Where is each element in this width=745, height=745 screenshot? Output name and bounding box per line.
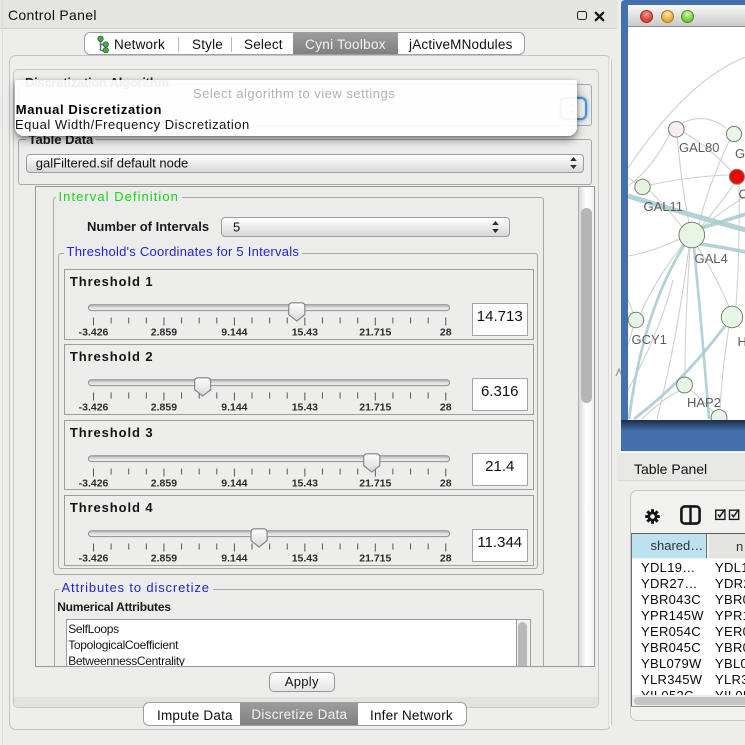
svg-text:28: 28 bbox=[439, 327, 451, 339]
svg-text:21.715: 21.715 bbox=[359, 477, 391, 489]
svg-text:9.144: 9.144 bbox=[221, 402, 247, 414]
svg-text:HAP2: HAP2 bbox=[687, 395, 721, 410]
svg-text:-3.426: -3.426 bbox=[78, 553, 108, 565]
svg-text:21.715: 21.715 bbox=[359, 553, 391, 565]
svg-text:9.144: 9.144 bbox=[221, 553, 247, 565]
svg-text:2.859: 2.859 bbox=[150, 477, 176, 489]
svg-text:15.43: 15.43 bbox=[291, 477, 317, 489]
svg-text:21.715: 21.715 bbox=[359, 402, 391, 414]
svg-text:-3.426: -3.426 bbox=[78, 477, 108, 489]
svg-text:GAL80: GAL80 bbox=[679, 140, 719, 155]
svg-text:28: 28 bbox=[439, 553, 451, 565]
svg-text:-3.426: -3.426 bbox=[78, 327, 108, 339]
svg-text:2.859: 2.859 bbox=[150, 402, 176, 414]
svg-text:21.715: 21.715 bbox=[359, 327, 391, 339]
svg-text:28: 28 bbox=[439, 477, 451, 489]
svg-text:C: C bbox=[738, 187, 745, 202]
svg-text:H: H bbox=[737, 334, 745, 349]
svg-text:2.859: 2.859 bbox=[150, 327, 176, 339]
svg-text:2.859: 2.859 bbox=[150, 553, 176, 565]
svg-text:G.: G. bbox=[735, 146, 745, 161]
svg-text:GAL11: GAL11 bbox=[643, 199, 683, 214]
svg-text:GAL4: GAL4 bbox=[694, 251, 727, 266]
svg-text:-3.426: -3.426 bbox=[78, 402, 108, 414]
svg-text:15.43: 15.43 bbox=[291, 327, 317, 339]
svg-text:9.144: 9.144 bbox=[221, 477, 247, 489]
svg-text:9.144: 9.144 bbox=[221, 327, 247, 339]
svg-text:28: 28 bbox=[439, 402, 451, 414]
svg-text:15.43: 15.43 bbox=[291, 402, 317, 414]
svg-text:GCY1: GCY1 bbox=[631, 332, 666, 347]
svg-text:15.43: 15.43 bbox=[291, 553, 317, 565]
